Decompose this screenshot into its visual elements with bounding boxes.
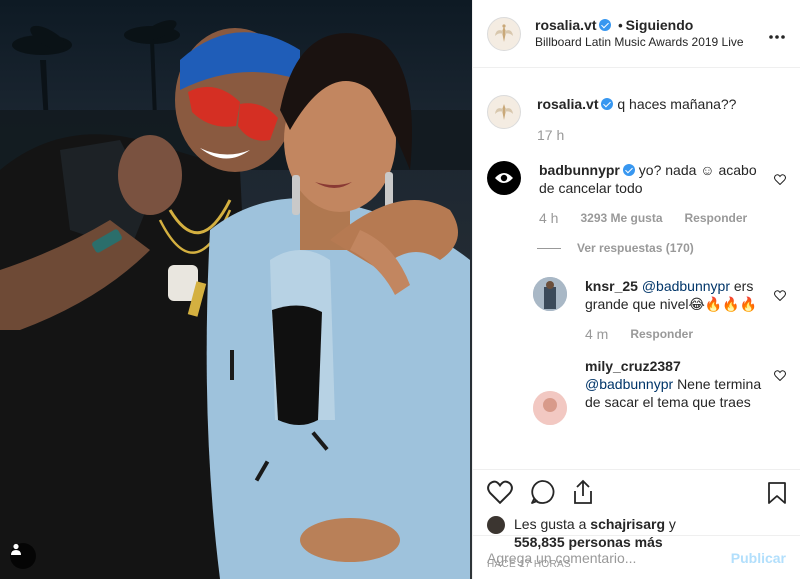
comment-input[interactable] <box>487 549 731 566</box>
caption-meta: 17 h <box>537 126 759 144</box>
reply-mention[interactable]: @badbunnypr <box>642 278 730 294</box>
avatar[interactable] <box>487 161 521 195</box>
liker-username[interactable]: schajrisarg <box>590 516 665 532</box>
reply-body: knsr_25 @badbunnypr ers grande que nivel… <box>585 277 765 343</box>
more-options-icon[interactable] <box>768 24 786 45</box>
verified-badge-icon <box>622 164 635 176</box>
verified-badge-icon <box>601 98 614 110</box>
comment-time[interactable]: 4 h <box>539 209 558 227</box>
reply-row: mily_cruz2387 @badbunnypr Nene termina d… <box>533 357 786 425</box>
reply-time[interactable]: 4 m <box>585 325 608 343</box>
user-icon <box>11 543 21 555</box>
verified-badge-icon <box>599 18 612 31</box>
reply-button[interactable]: Responder <box>630 325 693 343</box>
comment-body: badbunnypr yo? nada ☺ acabo de cancelar … <box>539 161 761 227</box>
avatar[interactable] <box>533 277 567 311</box>
caption-body: rosalia.vt q haces mañana?? 17 h <box>537 95 759 144</box>
share-icon[interactable] <box>571 479 595 505</box>
likes-middle: y <box>665 516 676 532</box>
header-text: rosalia.vt • Siguiendo Billboard Latin Mu… <box>535 17 744 51</box>
post-view: rosalia.vt • Siguiendo Billboard Latin Mu… <box>0 0 800 579</box>
avatar[interactable] <box>487 16 521 51</box>
separator-dot: • <box>618 17 623 33</box>
avatar[interactable] <box>487 95 521 129</box>
liker-avatar[interactable] <box>487 516 505 534</box>
angel-logo-icon <box>495 23 513 42</box>
angel-logo-icon <box>495 104 513 120</box>
post-header: rosalia.vt • Siguiendo Billboard Latin Mu… <box>473 0 800 68</box>
comment-username[interactable]: badbunnypr <box>539 162 620 178</box>
reply-meta: 4 m Responder <box>585 325 765 343</box>
post-photo[interactable] <box>0 0 472 579</box>
like-heart-icon[interactable] <box>487 480 513 504</box>
replies-divider <box>537 247 561 249</box>
like-comment-heart-icon[interactable] <box>774 369 786 384</box>
view-replies-label: Ver respuestas (170) <box>577 241 694 255</box>
add-comment-bar: Publicar <box>473 535 800 579</box>
caption-text: q haces mañana?? <box>617 96 737 112</box>
avatar[interactable] <box>533 391 567 425</box>
tagged-users-button[interactable] <box>10 543 36 569</box>
reply-username[interactable]: knsr_25 <box>585 278 638 294</box>
likes-prefix: Les gusta a <box>514 516 591 532</box>
comment-row: badbunnypr yo? nada ☺ acabo de cancelar … <box>487 161 786 227</box>
reply-button[interactable]: Responder <box>685 209 748 227</box>
comment-bubble-icon[interactable] <box>529 479 555 505</box>
comment-meta: 4 h 3293 Me gusta Responder <box>539 209 761 227</box>
comments-list[interactable]: rosalia.vt q haces mañana?? 17 h badbunn <box>473 68 800 470</box>
post-comment-button[interactable]: Publicar <box>731 550 786 566</box>
caption-time[interactable]: 17 h <box>537 126 564 144</box>
bookmark-icon[interactable] <box>766 481 788 508</box>
reply-row: knsr_25 @badbunnypr ers grande que nivel… <box>533 277 786 343</box>
header-username[interactable]: rosalia.vt <box>535 17 596 33</box>
person-avatar-icon <box>533 391 567 425</box>
photo-illustration <box>0 20 472 579</box>
comment-likes[interactable]: 3293 Me gusta <box>580 209 662 227</box>
view-replies-button[interactable]: Ver respuestas (170) <box>537 241 786 255</box>
person-avatar-icon <box>533 277 567 311</box>
post-side-panel: rosalia.vt • Siguiendo Billboard Latin Mu… <box>472 0 800 579</box>
like-comment-heart-icon[interactable] <box>774 289 786 304</box>
like-comment-heart-icon[interactable] <box>774 173 786 188</box>
reply-body: mily_cruz2387 @badbunnypr Nene termina d… <box>585 357 765 425</box>
reply-username[interactable]: mily_cruz2387 <box>585 358 681 374</box>
reply-mention[interactable]: @badbunnypr <box>585 376 673 392</box>
following-button[interactable]: Siguiendo <box>626 17 694 33</box>
eye-logo-icon <box>495 173 513 183</box>
caption-row: rosalia.vt q haces mañana?? 17 h <box>487 95 786 144</box>
location-link[interactable]: Billboard Latin Music Awards 2019 Live <box>535 34 744 51</box>
caption-username[interactable]: rosalia.vt <box>537 96 598 112</box>
action-bar <box>473 469 800 513</box>
